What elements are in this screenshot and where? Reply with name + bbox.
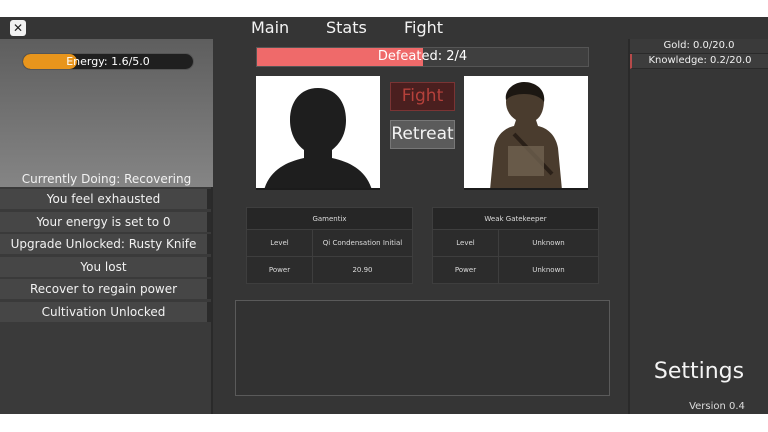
defeated-progress-bar: Defeated: 2/4 (256, 47, 589, 67)
log-item: Upgrade Unlocked: Rusty Knife (0, 234, 211, 255)
power-label: Power (246, 256, 313, 284)
retreat-button[interactable]: Retreat (390, 120, 455, 149)
enemy-name: Weak Gatekeeper (432, 207, 599, 230)
settings-button[interactable]: Settings (630, 359, 768, 384)
log-item: Your energy is set to 0 (0, 211, 211, 232)
enemy-power: Unknown (498, 256, 599, 284)
silhouette-icon (264, 88, 372, 188)
game-window: ✕ Main Stats Fight Energy: 1.6/5.0 Curre… (0, 17, 768, 414)
defeated-label: Defeated: 2/4 (377, 49, 468, 64)
log-item: Recover to regain power (0, 279, 211, 300)
player-stats-table: Gamentix Level Qi Condensation Initial P… (246, 207, 413, 284)
battle-log-box (235, 300, 610, 396)
player-power: 20.90 (312, 256, 413, 284)
enemy-level: Unknown (498, 229, 599, 257)
message-log: You feel exhausted Your energy is set to… (0, 189, 213, 325)
level-label: Level (246, 229, 313, 257)
enemy-stats-table: Weak Gatekeeper Level Unknown Power Unkn… (432, 207, 599, 284)
log-item: You lost (0, 256, 211, 277)
log-item: Cultivation Unlocked (0, 301, 211, 322)
level-label: Level (432, 229, 499, 257)
enemy-portrait (464, 76, 588, 190)
energy-label: Energy: 1.6/5.0 (66, 55, 150, 68)
top-nav: ✕ Main Stats Fight (0, 17, 768, 39)
tab-main[interactable]: Main (251, 18, 289, 37)
fight-button[interactable]: Fight (390, 82, 455, 111)
gold-counter: Gold: 0.0/20.0 (630, 39, 768, 54)
log-item: You feel exhausted (0, 189, 211, 209)
tab-fight[interactable]: Fight (404, 18, 443, 37)
knowledge-counter: Knowledge: 0.2/20.0 (630, 54, 768, 69)
right-panel: Gold: 0.0/20.0 Knowledge: 0.2/20.0 Setti… (628, 39, 768, 414)
player-portrait (256, 76, 380, 190)
left-panel: Energy: 1.6/5.0 Currently Doing: Recover… (0, 39, 213, 414)
tab-stats[interactable]: Stats (326, 18, 367, 37)
current-activity: Currently Doing: Recovering (21, 172, 192, 186)
status-area: Energy: 1.6/5.0 (0, 39, 213, 187)
close-icon[interactable]: ✕ (10, 20, 26, 36)
player-name: Gamentix (246, 207, 413, 230)
power-label: Power (432, 256, 499, 284)
energy-bar: Energy: 1.6/5.0 (22, 53, 194, 70)
version-label: Version 0.4 (689, 401, 745, 412)
player-level: Qi Condensation Initial (312, 229, 413, 257)
gatekeeper-figure-icon (490, 82, 562, 188)
